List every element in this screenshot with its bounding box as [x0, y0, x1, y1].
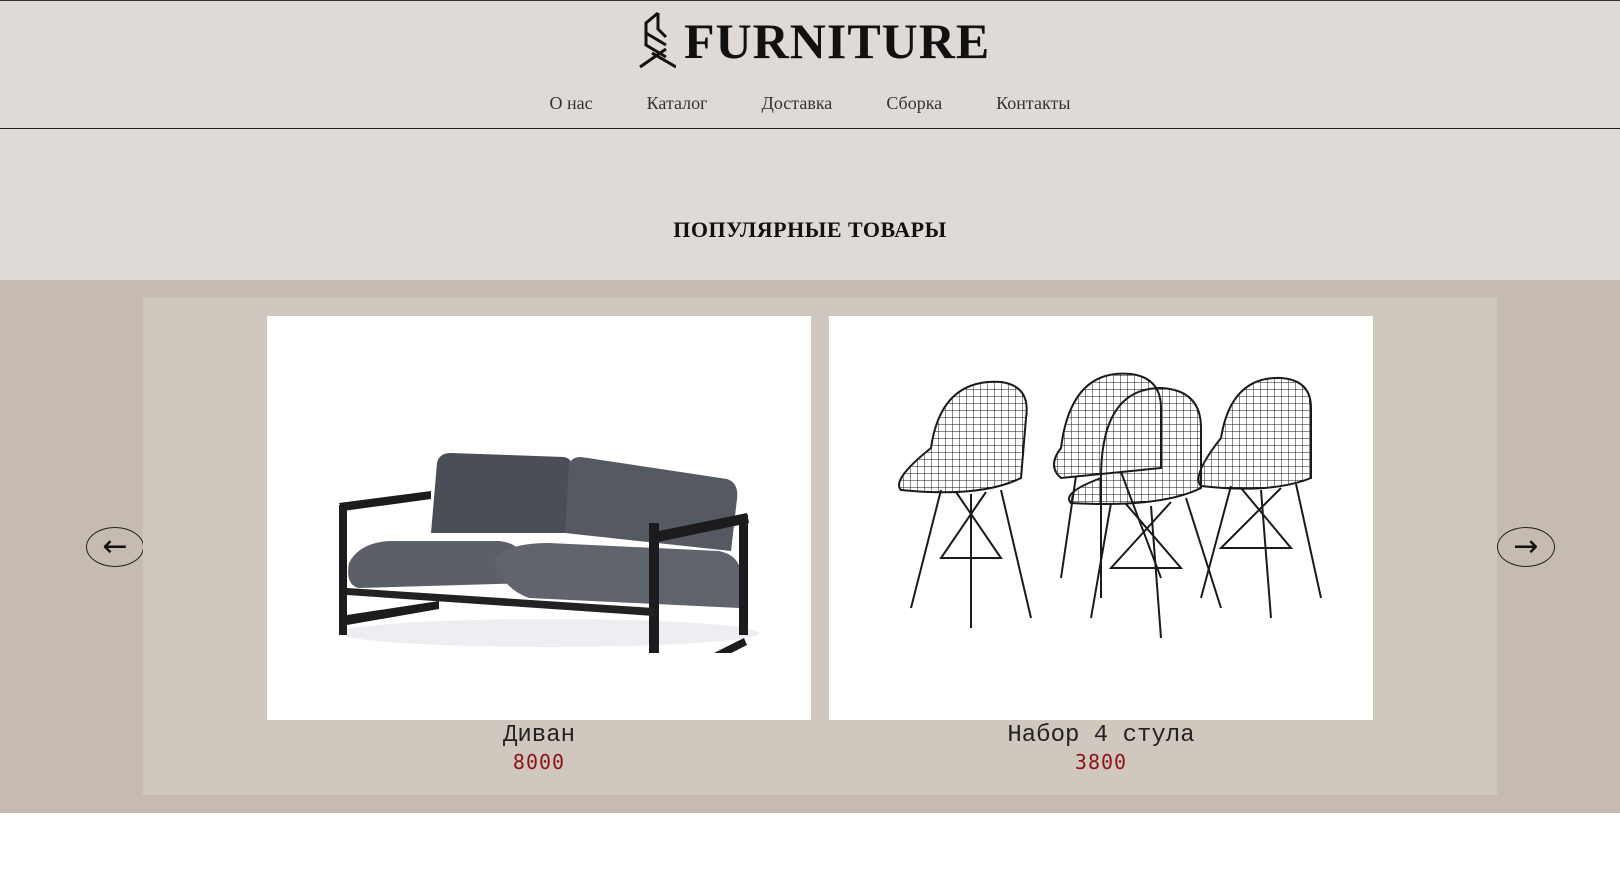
logo[interactable]: FURNITURE — [636, 11, 990, 71]
nav-item-delivery[interactable]: Доставка — [762, 91, 833, 115]
product-carousel: ← Диван 8000 Набор 4 стула 3800 → — [0, 280, 1620, 813]
product-card[interactable]: Набор 4 стула 3800 — [829, 316, 1373, 774]
section-title: ПОПУЛЯРНЫЕ ТОВАРЫ — [673, 217, 947, 242]
product-card[interactable]: Диван 8000 — [267, 316, 811, 774]
main-nav: О нас Каталог Доставка Сборка Контакты — [0, 91, 1620, 115]
product-name: Диван — [502, 722, 575, 749]
brand-name: FURNITURE — [684, 13, 991, 69]
product-price: 3800 — [1074, 750, 1128, 774]
chair-outline-icon — [636, 9, 677, 74]
nav-item-catalog[interactable]: Каталог — [647, 91, 708, 115]
popular-section-header: ПОПУЛЯРНЫЕ ТОВАРЫ — [0, 129, 1620, 280]
carousel-prev-button[interactable]: ← — [86, 527, 144, 567]
site-header: FURNITURE О нас Каталог Доставка Сборка … — [0, 0, 1620, 129]
product-price: 8000 — [512, 750, 566, 774]
wire-chairs-image[interactable] — [829, 316, 1373, 720]
nav-item-assembly[interactable]: Сборка — [886, 91, 942, 115]
sofa-image[interactable] — [267, 316, 811, 720]
product-name: Набор 4 стула — [1007, 722, 1195, 749]
carousel-next-button[interactable]: → — [1497, 527, 1555, 567]
nav-item-about[interactable]: О нас — [550, 91, 593, 115]
nav-item-contacts[interactable]: Контакты — [996, 91, 1070, 115]
carousel-track: Диван 8000 Набор 4 стула 3800 — [143, 298, 1497, 795]
